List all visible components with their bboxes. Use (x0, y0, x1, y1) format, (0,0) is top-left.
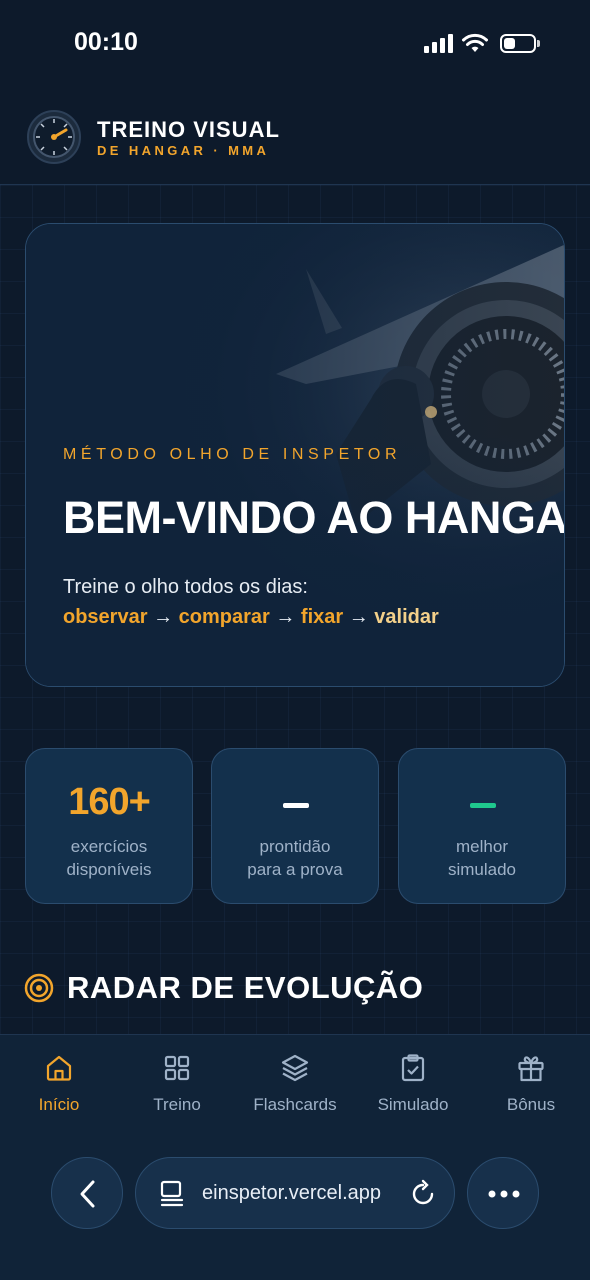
stat-value: 160+ (68, 781, 151, 823)
browser-more-button[interactable] (467, 1157, 539, 1229)
step-observar: observar (63, 606, 148, 628)
nav-treino[interactable]: Treino (122, 1053, 232, 1123)
stat-empty-dash (283, 803, 309, 808)
nav-label: Início (38, 1095, 80, 1114)
nav-flashcards[interactable]: Flashcards (240, 1053, 350, 1123)
section-title: RADAR DE EVOLUÇÃO (67, 970, 424, 1005)
stat-best-sim: melhor simulado (398, 748, 566, 904)
nav-label: Simulado (377, 1095, 449, 1114)
gift-icon (518, 1056, 544, 1082)
nav-label: Treino (153, 1095, 201, 1114)
browser-address-bar[interactable]: einspetor.vercel.app (135, 1157, 455, 1229)
nav-simulado[interactable]: Simulado (358, 1053, 468, 1123)
reload-icon[interactable] (408, 1179, 438, 1209)
battery-icon (500, 34, 540, 53)
target-icon (24, 973, 54, 1003)
hero-title: BEM-VINDO AO HANGAR. (63, 492, 565, 543)
arrow: → (348, 606, 375, 628)
app-header: TREINO VISUAL DE HANGAR · MMA (0, 95, 590, 185)
nav-bonus[interactable]: Bônus (476, 1053, 586, 1123)
gauge-icon[interactable] (26, 109, 82, 165)
step-comparar: comparar (178, 606, 270, 628)
browser-url: einspetor.vercel.app (202, 1182, 382, 1204)
step-validar: validar (374, 606, 439, 628)
clipboard-check-icon (401, 1054, 425, 1082)
step-fixar: fixar (300, 606, 344, 628)
hero-description: Treine o olho todos os dias: (63, 576, 308, 598)
brand-subtitle: DE HANGAR · MMA (97, 143, 270, 158)
nav-label: Bônus (506, 1095, 556, 1114)
signal-icon (424, 33, 454, 53)
browser-back-button[interactable] (51, 1157, 123, 1229)
hero-card: MÉTODO OLHO DE INSPETOR BEM-VINDO AO HAN… (25, 223, 565, 687)
nav-inicio[interactable]: Início (4, 1053, 114, 1123)
brand-title: TREINO VISUAL (97, 117, 280, 142)
grid-icon (164, 1055, 190, 1081)
arrow: → (275, 606, 301, 628)
tabs-icon (160, 1180, 184, 1207)
hero-steps: observar → comparar → fixar → validar (63, 606, 439, 629)
more-horizontal-icon (488, 1190, 520, 1198)
layers-icon (281, 1054, 309, 1082)
arrow: → (153, 606, 179, 628)
hero-tagline: MÉTODO OLHO DE INSPETOR (63, 446, 402, 463)
chevron-left-icon (80, 1180, 95, 1208)
stat-readiness: prontidão para a prova (211, 748, 379, 904)
wifi-icon (462, 33, 488, 52)
status-time: 00:10 (74, 28, 138, 56)
stat-empty-dash (470, 803, 496, 808)
nav-label: Flashcards (253, 1095, 337, 1114)
stat-label: prontidão para a prova (247, 837, 343, 879)
stat-exercises: 160+ exercícios disponíveis (25, 748, 193, 904)
stat-label: melhor simulado (447, 837, 517, 879)
home-icon (46, 1055, 72, 1081)
status-bar: 00:10 (0, 0, 590, 90)
stat-label: exercícios disponíveis (66, 837, 152, 879)
